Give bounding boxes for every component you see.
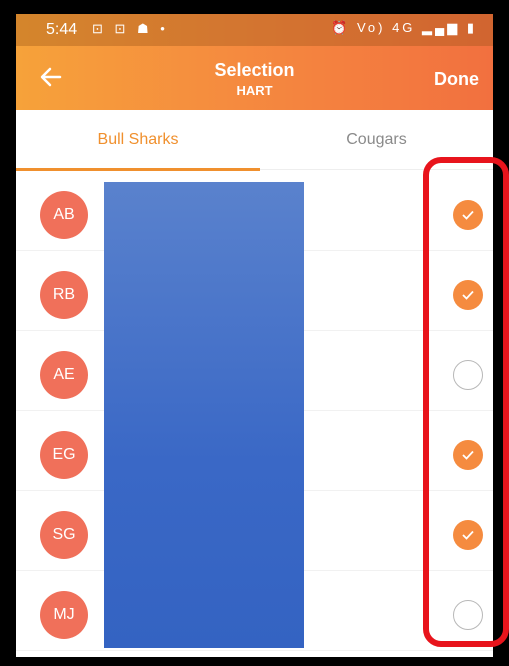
done-button[interactable]: Done bbox=[434, 69, 479, 90]
status-time: 5:44 bbox=[46, 21, 78, 38]
app-header: 5:44 ⊡ ⊡ ☗ • ⏰ Vo) 4G ▂▄▆ ▮ Selection HA… bbox=[16, 14, 493, 110]
avatar: MJ bbox=[40, 591, 88, 639]
page-subtitle: HART bbox=[236, 83, 273, 98]
page-title: Selection bbox=[214, 60, 295, 80]
avatar: RB bbox=[40, 271, 88, 319]
app-screen: 5:44 ⊡ ⊡ ☗ • ⏰ Vo) 4G ▂▄▆ ▮ Selection HA… bbox=[16, 14, 493, 657]
header-title-block: Selection HART bbox=[16, 60, 493, 98]
highlight-annotation bbox=[423, 157, 509, 647]
avatar: SG bbox=[40, 511, 88, 559]
tab-bull-sharks[interactable]: Bull Sharks bbox=[16, 110, 260, 170]
notification-icons: ⊡ ⊡ ☗ • bbox=[92, 21, 169, 36]
screenshot-frame: 5:44 ⊡ ⊡ ☗ • ⏰ Vo) 4G ▂▄▆ ▮ Selection HA… bbox=[0, 0, 509, 666]
team-tabs: Bull Sharks Cougars bbox=[16, 110, 493, 170]
status-bar: 5:44 ⊡ ⊡ ☗ • ⏰ Vo) 4G ▂▄▆ ▮ bbox=[16, 14, 493, 46]
avatar: EG bbox=[40, 431, 88, 479]
avatar: AB bbox=[40, 191, 88, 239]
system-status-icons: ⏰ Vo) 4G ▂▄▆ ▮ bbox=[331, 20, 477, 35]
avatar: AE bbox=[40, 351, 88, 399]
redaction-box bbox=[104, 182, 304, 648]
